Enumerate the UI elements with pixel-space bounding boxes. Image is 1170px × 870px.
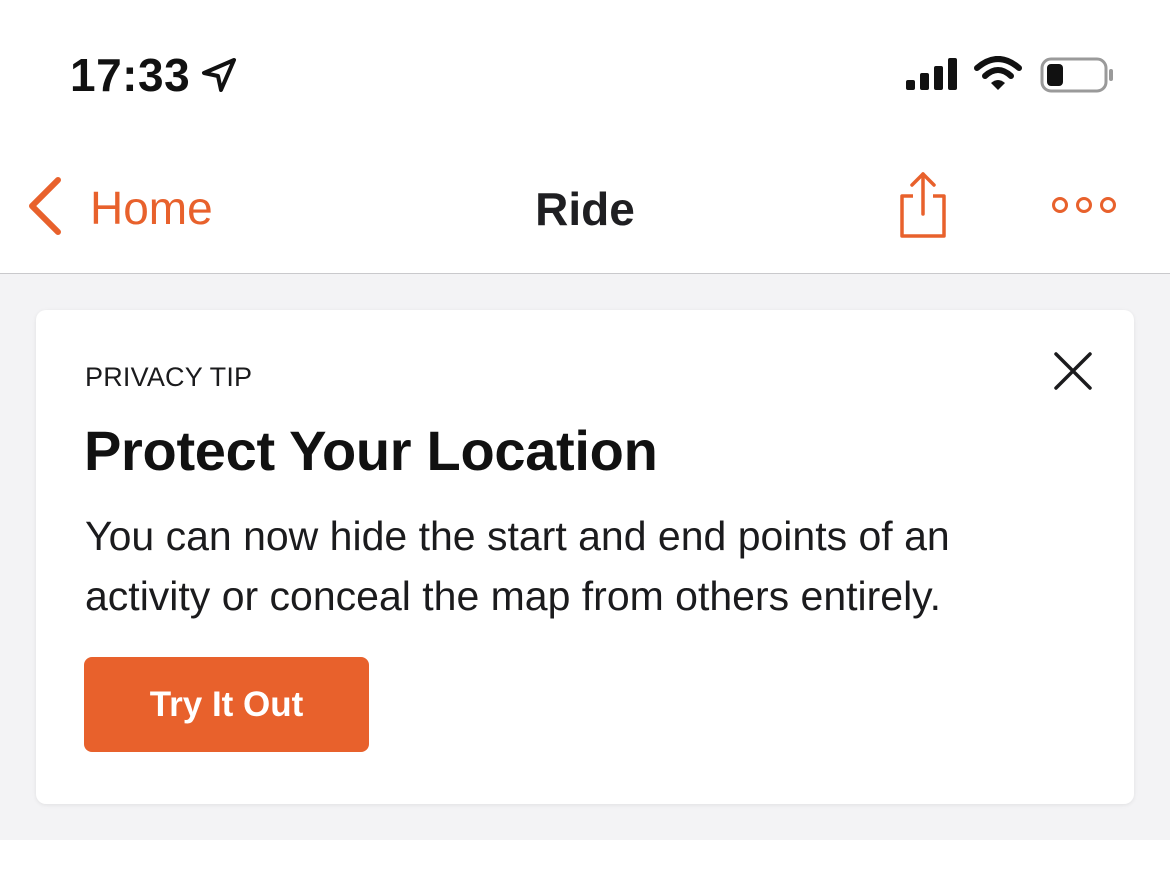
wifi-icon bbox=[974, 56, 1022, 97]
status-time: 17:33 bbox=[70, 49, 191, 101]
status-bar: 17:33 bbox=[0, 0, 1170, 140]
close-icon[interactable] bbox=[1052, 350, 1094, 397]
try-it-out-button[interactable]: Try It Out bbox=[84, 657, 369, 752]
bottom-strip bbox=[0, 840, 1170, 870]
more-options-icon[interactable] bbox=[1050, 194, 1120, 221]
content-area: PRIVACY TIP Protect Your Location You ca… bbox=[0, 274, 1170, 840]
share-icon[interactable] bbox=[896, 170, 950, 245]
navigation-bar: Home Ride bbox=[0, 140, 1170, 274]
card-eyebrow: PRIVACY TIP bbox=[85, 362, 253, 392]
card-body: You can now hide the start and end point… bbox=[85, 513, 950, 619]
battery-icon bbox=[1040, 57, 1116, 98]
privacy-tip-card: PRIVACY TIP Protect Your Location You ca… bbox=[36, 310, 1134, 804]
location-arrow-icon bbox=[200, 56, 238, 99]
cellular-signal-icon bbox=[906, 58, 958, 95]
card-title: Protect Your Location bbox=[84, 419, 658, 482]
page-title: Ride bbox=[535, 183, 635, 235]
